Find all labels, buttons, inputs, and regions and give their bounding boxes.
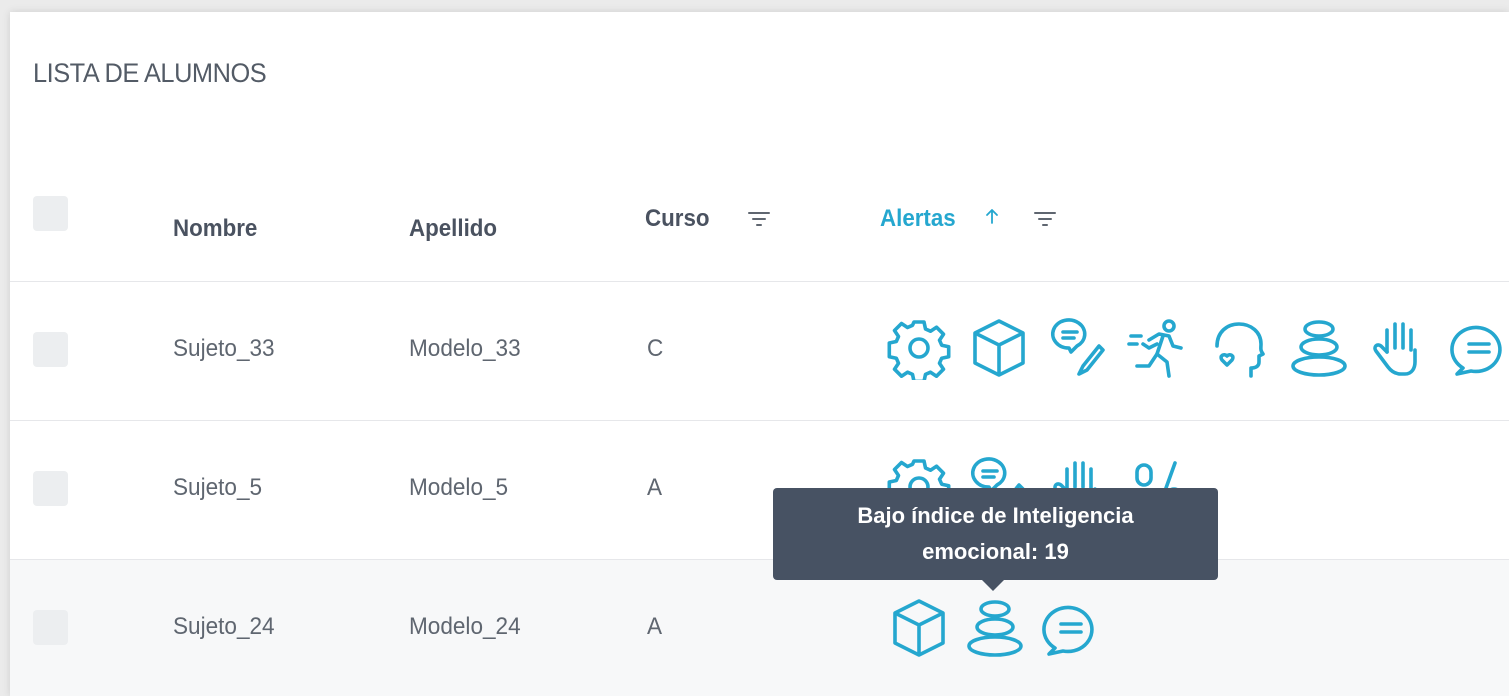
row-checkbox[interactable] [33, 471, 68, 506]
cell-nombre: Sujeto_33 [173, 335, 275, 362]
column-header-nombre[interactable]: Nombre [173, 215, 257, 243]
page-title: LISTA DE ALUMNOS [33, 58, 267, 88]
alertas-filter-icon[interactable] [1034, 211, 1056, 227]
stacked-stones-icon[interactable] [963, 596, 1025, 658]
raised-hand-icon[interactable] [1367, 316, 1431, 380]
table-row[interactable]: Sujeto_5 Modelo_5 A [10, 421, 1509, 559]
stacked-stones-icon[interactable] [1287, 316, 1351, 380]
tooltip-line-2: emocional: 19 [922, 539, 1069, 564]
column-header-curso[interactable]: Curso [645, 205, 709, 233]
tooltip-arrow [982, 580, 1004, 591]
running-person-icon[interactable] [1127, 316, 1191, 380]
cube-icon[interactable] [967, 316, 1031, 380]
cell-curso: C [647, 335, 664, 362]
cell-nombre: Sujeto_24 [173, 613, 275, 640]
tooltip-line-1: Bajo índice de Inteligencia [857, 503, 1134, 528]
speech-pencil-icon[interactable] [1047, 316, 1111, 380]
curso-filter-icon[interactable] [748, 211, 770, 227]
cell-curso: A [647, 613, 663, 640]
cell-apellido: Modelo_24 [409, 613, 521, 640]
table-row[interactable]: Sujeto_33 Modelo_33 C [10, 282, 1509, 420]
row-checkbox[interactable] [33, 610, 68, 645]
head-heart-icon[interactable] [1207, 316, 1271, 380]
arrow-up-icon[interactable] [985, 208, 999, 224]
speech-bubble-icon[interactable] [1447, 316, 1509, 380]
cube-icon[interactable] [887, 596, 949, 658]
gear-icon[interactable] [887, 316, 951, 380]
alert-tooltip: Bajo índice de Inteligencia emocional: 1… [773, 488, 1218, 580]
student-list-card: LISTA DE ALUMNOS Nombre Apellido Curso A… [10, 12, 1509, 696]
alerts-list [887, 596, 1115, 658]
column-header-alertas[interactable]: Alertas [880, 205, 956, 233]
select-all-checkbox[interactable] [33, 196, 68, 231]
row-checkbox[interactable] [33, 332, 68, 367]
cell-nombre: Sujeto_5 [173, 474, 263, 501]
speech-bubble-icon[interactable] [1039, 596, 1101, 658]
cell-apellido: Modelo_33 [409, 335, 521, 362]
cell-apellido: Modelo_5 [409, 474, 509, 501]
column-header-apellido[interactable]: Apellido [409, 215, 497, 243]
alerts-list [887, 316, 1509, 380]
table-row[interactable]: Sujeto_24 Modelo_24 A [10, 560, 1509, 696]
cell-curso: A [647, 474, 663, 501]
